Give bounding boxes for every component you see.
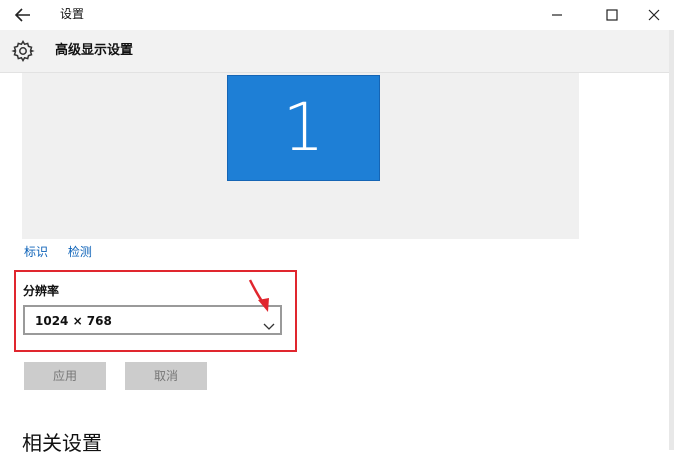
maximize-icon <box>606 9 618 21</box>
resolution-label: 分辨率 <box>23 284 60 298</box>
minimize-button[interactable] <box>535 0 579 30</box>
page-title: 高级显示设置 <box>55 43 134 58</box>
minimize-icon <box>552 14 562 16</box>
resolution-value: 1024 × 768 <box>35 314 112 328</box>
back-arrow-icon[interactable] <box>13 6 33 24</box>
page-header: 高级显示设置 <box>0 30 674 73</box>
monitor-1[interactable]: 1 <box>227 75 380 181</box>
cancel-button[interactable]: 取消 <box>125 362 207 390</box>
identify-link[interactable]: 标识 <box>24 245 48 259</box>
detect-link[interactable]: 检测 <box>68 245 92 259</box>
annotation-arrow-icon <box>245 278 275 316</box>
maximize-button[interactable] <box>590 0 634 30</box>
related-settings-heading: 相关设置 <box>22 431 102 455</box>
close-icon <box>648 9 660 21</box>
title-bar: 设置 <box>0 0 674 30</box>
apply-button[interactable]: 应用 <box>24 362 106 390</box>
display-links: 标识 检测 <box>24 244 108 260</box>
gear-icon <box>11 39 35 63</box>
resolution-dropdown[interactable]: 1024 × 768 <box>23 305 282 335</box>
scrollbar[interactable] <box>669 30 674 450</box>
chevron-down-icon <box>263 316 275 330</box>
window-title: 设置 <box>60 7 85 21</box>
close-button[interactable] <box>634 0 674 30</box>
display-preview: 1 <box>22 73 579 239</box>
